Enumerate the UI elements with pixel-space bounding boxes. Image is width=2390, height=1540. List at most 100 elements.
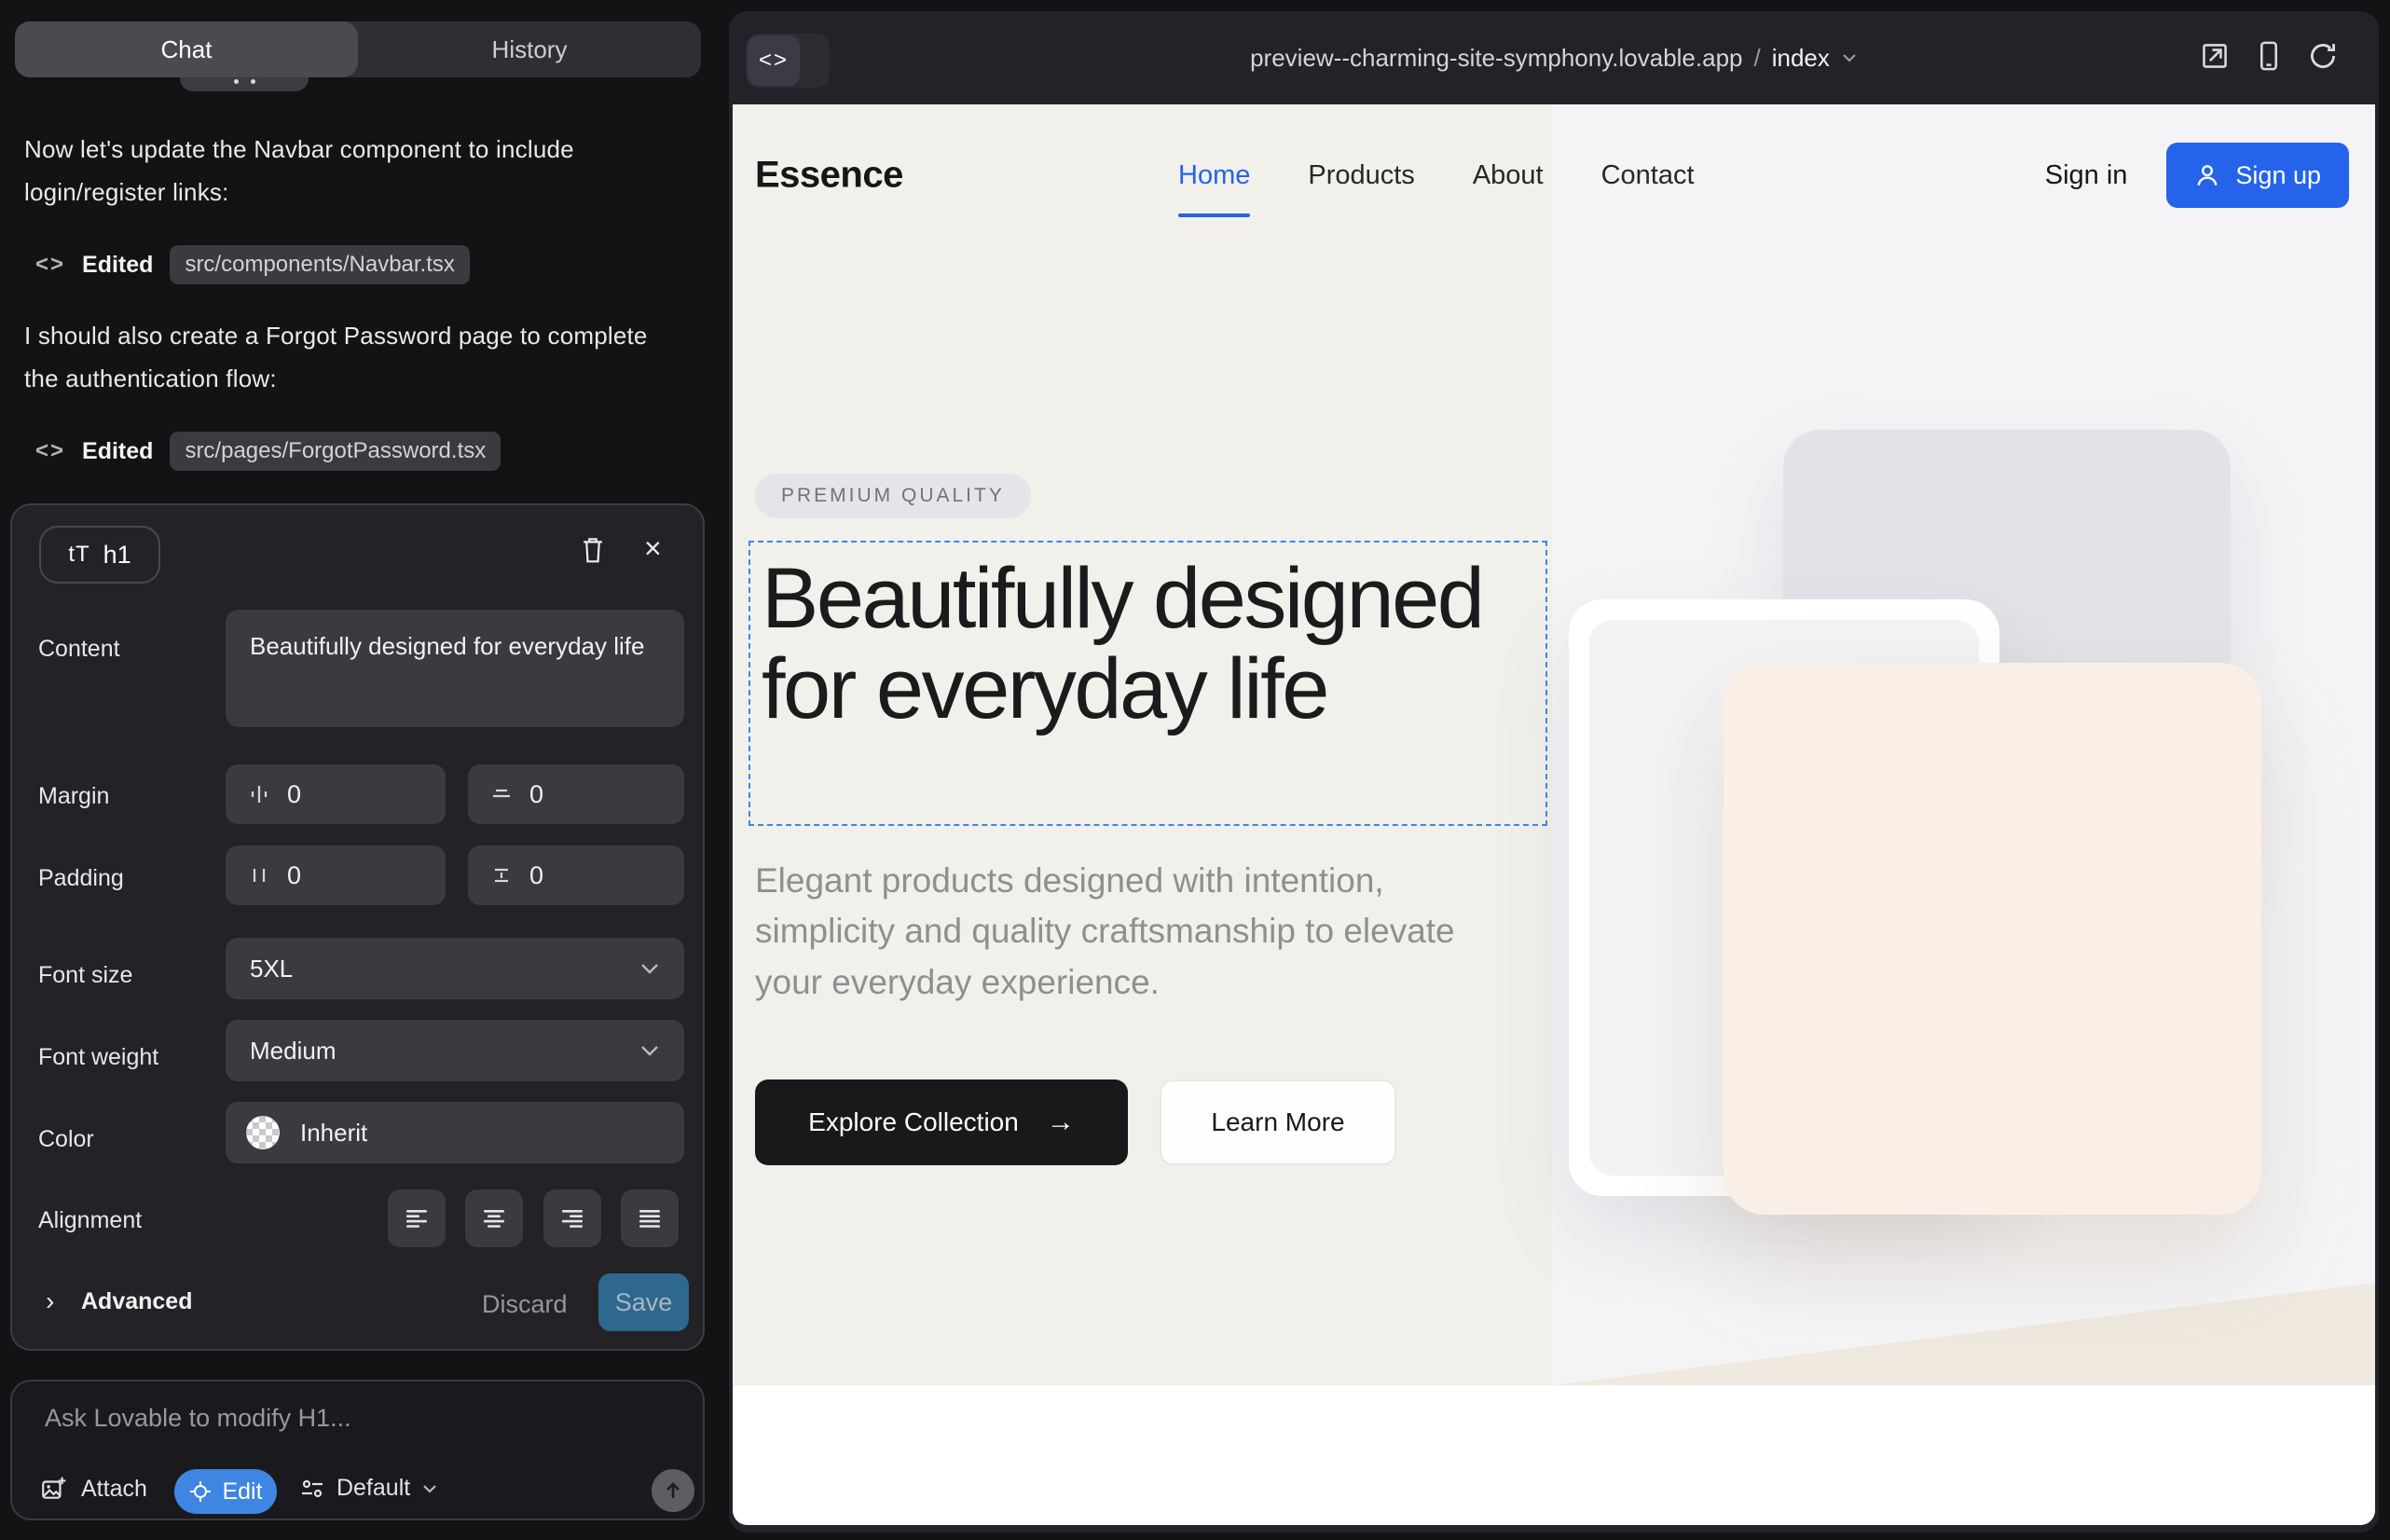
align-center-button[interactable] (465, 1189, 523, 1247)
decor-card-cream (1724, 663, 2261, 1215)
sign-up-button[interactable]: Sign up (2166, 143, 2349, 208)
advanced-chevron-icon: › (46, 1286, 54, 1316)
sign-in-button[interactable]: Sign in (2045, 160, 2128, 191)
learn-more-button[interactable]: Learn More (1160, 1079, 1396, 1165)
margin-vertical-icon (488, 781, 515, 807)
nav-link-home[interactable]: Home (1178, 160, 1250, 191)
trash-icon (579, 535, 607, 565)
site-navbar: Essence Home Products About Contact Sign… (733, 104, 2375, 246)
edited-file-row[interactable]: <> Edited src/pages/ForgotPassword.tsx (35, 431, 501, 472)
chevron-down-icon (639, 1044, 660, 1057)
edited-label: Edited (82, 438, 153, 465)
align-center-icon (482, 1209, 506, 1228)
url-bar[interactable]: preview--charming-site-symphony.lovable.… (729, 11, 2379, 104)
align-right-button[interactable] (543, 1189, 601, 1247)
font-weight-select[interactable]: Medium (226, 1020, 684, 1081)
color-swatch (246, 1116, 280, 1149)
attach-image-icon (40, 1475, 68, 1503)
browser-actions (2198, 39, 2340, 73)
element-tag-label: h1 (103, 541, 131, 570)
edited-file-chip[interactable]: src/components/Navbar.tsx (170, 245, 469, 284)
browser-chrome: <> preview--charming-site-symphony.lovab… (729, 11, 2379, 104)
nav-auth-actions: Sign in Sign up (2045, 104, 2349, 246)
tab-history[interactable]: History (358, 21, 701, 77)
margin-y-input[interactable]: 0 (468, 764, 684, 824)
type-icon: tT (68, 542, 89, 568)
composer-input[interactable]: Ask Lovable to modify H1... (45, 1404, 351, 1433)
code-icon: <> (35, 252, 65, 278)
section-below-hero (733, 1385, 2375, 1525)
edited-label: Edited (82, 252, 153, 279)
hero-heading[interactable]: Beautifully designed for everyday life (750, 543, 1545, 734)
align-right-icon (560, 1209, 584, 1228)
preview-browser-window: <> preview--charming-site-symphony.lovab… (729, 11, 2379, 1533)
content-textarea[interactable]: Beautifully designed for everyday life (226, 610, 684, 727)
chat-message: Now let's update the Navbar component to… (24, 129, 682, 213)
url-page: index (1772, 44, 1830, 73)
align-left-icon (405, 1209, 429, 1228)
hero-paragraph: Elegant products designed with intention… (755, 856, 1501, 1008)
color-label: Color (38, 1126, 94, 1153)
chevron-down-icon (421, 1483, 438, 1494)
premium-quality-badge: PREMIUM QUALITY (755, 474, 1031, 518)
mobile-device-icon (2252, 39, 2286, 73)
sliders-icon (299, 1476, 325, 1502)
open-in-new-tab-button[interactable] (2198, 39, 2232, 73)
chat-composer: Ask Lovable to modify H1... Attach Edit … (10, 1380, 705, 1520)
edited-file-row[interactable]: <> Edited src/components/Navbar.tsx (35, 244, 470, 285)
mobile-preview-button[interactable] (2252, 39, 2286, 73)
send-button[interactable] (652, 1469, 694, 1512)
code-icon: <> (35, 438, 65, 464)
chat-history-tabs: Chat History (15, 21, 701, 77)
arrow-up-icon (662, 1479, 684, 1502)
font-size-select[interactable]: 5XL (226, 938, 684, 999)
hero-cta-row: Explore Collection → Learn More (755, 1079, 1396, 1165)
url-separator: / (1754, 44, 1761, 73)
padding-y-input[interactable]: 0 (468, 846, 684, 905)
nav-link-contact[interactable]: Contact (1601, 160, 1695, 191)
padding-x-input[interactable]: 0 (226, 846, 446, 905)
close-editor-button[interactable]: × (644, 533, 662, 563)
arrow-right-icon: → (1047, 1107, 1075, 1138)
external-link-icon (2198, 39, 2232, 73)
margin-horizontal-icon (246, 781, 272, 807)
model-default-select[interactable]: Default (299, 1475, 438, 1502)
dot (251, 79, 255, 84)
lovable-sidebar: Chat History Now let's update the Navbar… (0, 0, 727, 1540)
alignment-label: Alignment (38, 1207, 142, 1234)
site-preview: Essence Home Products About Contact Sign… (733, 104, 2375, 1525)
url-host: preview--charming-site-symphony.lovable.… (1250, 44, 1742, 73)
padding-horizontal-icon (246, 862, 272, 888)
selected-element-tag[interactable]: tT h1 (39, 526, 160, 584)
nav-link-about[interactable]: About (1473, 160, 1544, 191)
align-justify-icon (638, 1209, 662, 1228)
discard-button[interactable]: Discard (482, 1290, 568, 1319)
align-justify-button[interactable] (621, 1189, 679, 1247)
margin-x-input[interactable]: 0 (226, 764, 446, 824)
edited-file-chip[interactable]: src/pages/ForgotPassword.tsx (170, 432, 501, 471)
delete-element-button[interactable] (579, 535, 607, 565)
save-button[interactable]: Save (598, 1273, 689, 1331)
align-left-button[interactable] (388, 1189, 446, 1247)
refresh-button[interactable] (2306, 39, 2340, 73)
padding-label: Padding (38, 865, 124, 892)
chat-message: I should also create a Forgot Password p… (24, 315, 682, 400)
tab-chat[interactable]: Chat (15, 21, 358, 77)
chevron-down-icon (1841, 52, 1858, 63)
selected-h1-outline[interactable]: Beautifully designed for everyday life (749, 541, 1547, 826)
nav-links: Home Products About Contact (1178, 104, 1695, 246)
explore-collection-button[interactable]: Explore Collection → (755, 1079, 1128, 1165)
color-select[interactable]: Inherit (226, 1102, 684, 1163)
attach-button[interactable]: Attach (40, 1475, 147, 1503)
font-size-label: Font size (38, 962, 132, 989)
target-icon (188, 1479, 213, 1504)
padding-vertical-icon (488, 862, 515, 888)
nav-link-products[interactable]: Products (1308, 160, 1414, 191)
user-icon (2194, 162, 2220, 188)
font-weight-label: Font weight (38, 1044, 158, 1071)
dot (234, 79, 239, 84)
site-logo[interactable]: Essence (755, 155, 903, 197)
advanced-toggle[interactable]: Advanced (81, 1288, 192, 1315)
edit-mode-button[interactable]: Edit (174, 1469, 277, 1514)
margin-label: Margin (38, 783, 109, 810)
